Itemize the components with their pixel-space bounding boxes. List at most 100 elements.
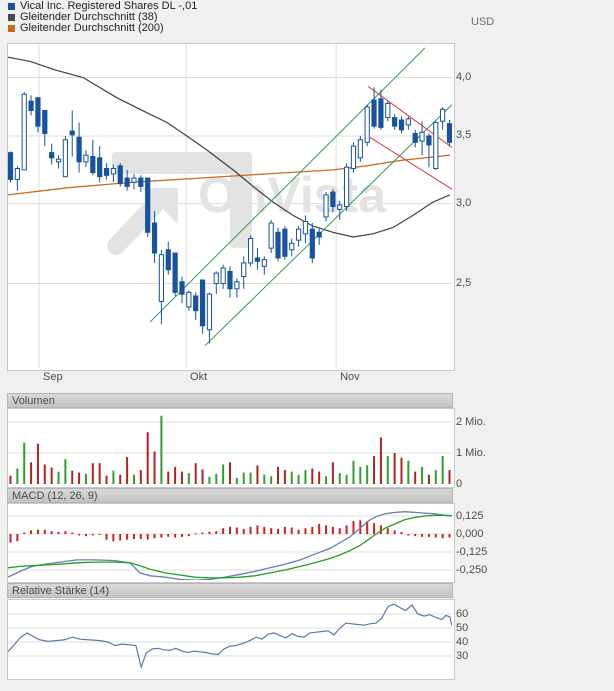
macd-histogram-bar xyxy=(195,533,197,534)
candle xyxy=(427,136,431,145)
macd-histogram-bar xyxy=(318,524,320,534)
volume-bar xyxy=(346,475,348,484)
volume-bar xyxy=(16,469,18,485)
volume-bar xyxy=(78,473,80,484)
volume-bar xyxy=(188,473,190,484)
volume-bar xyxy=(99,463,101,484)
candle xyxy=(420,132,424,141)
macd-histogram-bar xyxy=(174,534,176,538)
macd-histogram-bar xyxy=(400,532,402,534)
volume-bar xyxy=(428,475,430,484)
macd-histogram-bar xyxy=(44,530,46,534)
volume-bar xyxy=(51,468,53,484)
candle xyxy=(22,94,26,170)
macd-histogram-bar xyxy=(311,527,313,534)
volume-bar xyxy=(236,478,238,484)
macd-histogram-bar xyxy=(284,527,286,534)
candle xyxy=(296,229,300,240)
volume-bar xyxy=(37,444,39,484)
macd-histogram-bar xyxy=(325,525,327,534)
rsi-chart-canvas xyxy=(8,600,452,677)
macd-histogram-bar xyxy=(352,521,354,534)
rsi-axis-label: 50 xyxy=(456,622,468,634)
volume-bar xyxy=(291,472,293,484)
volume-axis-label: 0 xyxy=(456,478,462,490)
candle xyxy=(290,243,294,249)
candle xyxy=(283,229,287,256)
macd-panel-title: MACD (12, 26, 9) xyxy=(12,490,98,502)
macd-histogram-bar xyxy=(263,527,265,534)
candle xyxy=(91,157,95,173)
macd-histogram-bar xyxy=(64,531,66,534)
stock-chart-page: Vical Inc. Registered Shares DL -,01 Gle… xyxy=(0,0,614,691)
candle xyxy=(43,110,47,133)
macd-histogram-bar xyxy=(167,534,169,537)
volume-bar xyxy=(339,473,341,484)
candle xyxy=(77,137,81,162)
candle xyxy=(111,169,115,174)
volume-bar xyxy=(64,459,66,484)
candle xyxy=(70,131,74,135)
volume-bar xyxy=(270,476,272,484)
candle xyxy=(372,100,376,126)
macd-histogram-bar xyxy=(449,534,451,538)
macd-histogram-bar xyxy=(215,531,217,534)
month-label: Sep xyxy=(43,371,63,383)
volume-bar xyxy=(133,475,135,484)
candle xyxy=(118,166,122,184)
rsi-panel-title: Relative Stärke (14) xyxy=(12,585,109,597)
volume-bar xyxy=(147,432,149,484)
volume-bar xyxy=(400,458,402,484)
volume-bar xyxy=(373,456,375,484)
candle xyxy=(146,178,150,232)
candle xyxy=(351,146,355,168)
macd-histogram-bar xyxy=(346,525,348,534)
candle xyxy=(413,134,417,143)
volume-bar xyxy=(58,472,60,484)
volume-bar xyxy=(215,474,217,484)
macd-histogram-bar xyxy=(428,534,430,537)
candle xyxy=(207,294,211,330)
volume-bar xyxy=(167,472,169,484)
volume-bar xyxy=(85,474,87,484)
macd-axis-label: 0,125 xyxy=(456,510,484,522)
volume-bar xyxy=(119,475,121,484)
volume-bar xyxy=(112,471,114,484)
candle xyxy=(393,118,397,126)
macd-histogram-bar xyxy=(222,528,224,534)
volume-bar xyxy=(263,475,265,484)
volume-bar xyxy=(106,476,108,484)
candle xyxy=(166,250,170,270)
volume-bar xyxy=(229,462,231,484)
volume-bar xyxy=(250,473,252,484)
candle xyxy=(8,153,12,180)
candle xyxy=(125,178,129,186)
macd-histogram-bar xyxy=(208,532,210,534)
macd-histogram-bar xyxy=(256,525,258,534)
volume-bar xyxy=(366,465,368,484)
volume-bar xyxy=(352,461,354,484)
macd-axis-label: -0,125 xyxy=(456,546,487,558)
ma200-swatch-icon xyxy=(8,25,15,32)
candle xyxy=(331,192,335,206)
price-axis-label: 3,0 xyxy=(456,197,471,209)
volume-bar xyxy=(174,467,176,484)
volume-chart xyxy=(7,408,455,488)
candle xyxy=(447,124,451,143)
macd-histogram-bar xyxy=(339,528,341,534)
macd-histogram-bar xyxy=(30,530,32,534)
legend-row-ma200: Gleitender Durchschnitt (200) xyxy=(8,23,197,34)
macd-histogram-bar xyxy=(119,534,121,540)
candle xyxy=(345,167,349,206)
candle xyxy=(262,260,266,267)
volume-bar xyxy=(126,457,128,484)
candle xyxy=(104,169,108,176)
macd-histogram-bar xyxy=(435,534,437,538)
macd-histogram-bar xyxy=(71,533,73,534)
candle xyxy=(98,158,102,177)
macd-histogram-bar xyxy=(387,528,389,534)
macd-histogram-bar xyxy=(291,528,293,534)
volume-panel-title: Volumen xyxy=(12,395,55,407)
candle xyxy=(84,155,88,162)
candle xyxy=(139,178,143,186)
